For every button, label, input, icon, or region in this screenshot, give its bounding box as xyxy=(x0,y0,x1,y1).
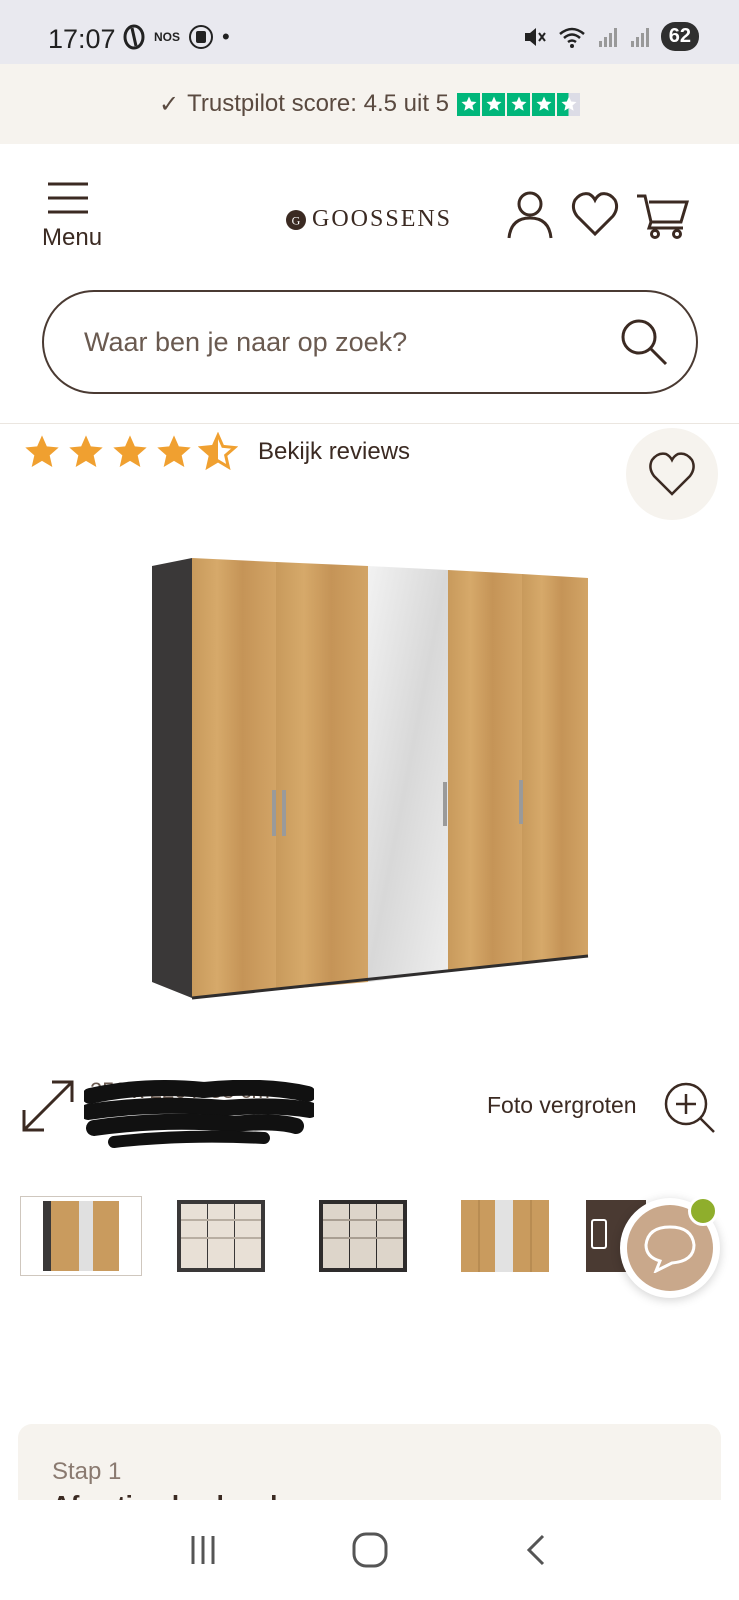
cart-icon[interactable] xyxy=(635,188,691,240)
thumbnail-image xyxy=(177,1200,265,1272)
step-label: Stap 1 xyxy=(52,1458,122,1485)
storage-icon xyxy=(189,25,214,49)
star-icon xyxy=(69,435,103,467)
trustpilot-stars xyxy=(457,92,580,116)
thumbnail-image xyxy=(319,1200,407,1272)
online-indicator xyxy=(688,1196,718,1226)
home-icon[interactable] xyxy=(350,1530,390,1570)
star-icon xyxy=(157,435,191,467)
battery-badge: 62 xyxy=(660,22,699,51)
signal-icon xyxy=(598,27,617,47)
thumbnail-image xyxy=(43,1201,119,1271)
search-icon[interactable] xyxy=(618,316,670,368)
notification-dot: • xyxy=(222,24,230,49)
thumbnail-wardrobe-open-dark[interactable] xyxy=(302,1196,424,1276)
star-icon xyxy=(25,435,59,467)
trustpilot-star-icon xyxy=(482,92,505,116)
thumbnail-wardrobe-mirror[interactable] xyxy=(444,1196,566,1276)
header-divider xyxy=(0,423,739,424)
header-icons xyxy=(505,188,691,240)
heart-icon xyxy=(649,452,695,496)
recent-apps-icon[interactable] xyxy=(185,1532,221,1568)
back-icon[interactable] xyxy=(519,1532,555,1568)
product-rating[interactable]: Bekijk reviews xyxy=(22,432,410,472)
chat-button[interactable] xyxy=(620,1196,720,1298)
trustpilot-half-star-icon xyxy=(557,92,580,116)
nos-badge: NOS xyxy=(154,30,181,44)
reviews-link[interactable]: Bekijk reviews xyxy=(258,438,410,466)
search-input[interactable] xyxy=(84,320,584,364)
app-notification-icon xyxy=(123,24,145,50)
status-right-icons: 62 xyxy=(521,22,699,51)
menu-label: Menu xyxy=(42,224,103,251)
thumbnail-wardrobe-front[interactable] xyxy=(20,1196,142,1276)
trustpilot-bar[interactable]: ✓ Trustpilot score: 4.5 uit 5 xyxy=(0,64,739,144)
vibrate-off-icon xyxy=(524,27,546,46)
dimensions-icon xyxy=(22,1080,74,1132)
zoom-photo-label[interactable]: Foto vergroten xyxy=(487,1092,637,1119)
trustpilot-star-icon xyxy=(532,92,555,116)
half-star-icon xyxy=(198,432,238,471)
product-image[interactable] xyxy=(150,558,590,1008)
thumbnail-strip xyxy=(20,1196,720,1276)
search-bar[interactable] xyxy=(42,290,698,394)
logo-text: GOOSSENS xyxy=(312,206,453,232)
goossens-logo[interactable]: G GOOSSENS xyxy=(286,206,452,233)
check-icon: ✓ xyxy=(159,90,180,118)
status-time: 17:07 xyxy=(48,24,116,54)
status-bar: 17:07 NOS • 62 xyxy=(0,0,739,64)
wifi-icon xyxy=(558,27,585,48)
thumbnail-wardrobe-open-grey[interactable] xyxy=(160,1196,282,1276)
site-header: Menu G GOOSSENS xyxy=(0,144,739,272)
trustpilot-star-icon xyxy=(457,92,480,116)
zoom-in-icon[interactable] xyxy=(662,1080,718,1136)
star-icon xyxy=(113,435,147,467)
logo-mark-letter: G xyxy=(292,213,301,227)
signal-icon xyxy=(630,27,649,47)
heart-icon[interactable] xyxy=(569,188,621,240)
account-icon[interactable] xyxy=(505,188,555,240)
favorite-button[interactable] xyxy=(626,428,718,520)
logo-mark-icon: G xyxy=(286,209,306,230)
redaction-scribble xyxy=(84,1080,314,1148)
hamburger-icon xyxy=(48,182,88,214)
trustpilot-score-text: Trustpilot score: 4.5 uit 5 xyxy=(187,90,449,117)
trustpilot-star-icon xyxy=(507,92,530,116)
thumbnail-image xyxy=(461,1200,549,1272)
status-left-icons: NOS • xyxy=(122,24,230,50)
menu-button[interactable]: Menu xyxy=(40,180,110,251)
chat-bubble-icon xyxy=(644,1225,696,1273)
system-nav-bar xyxy=(0,1500,739,1600)
